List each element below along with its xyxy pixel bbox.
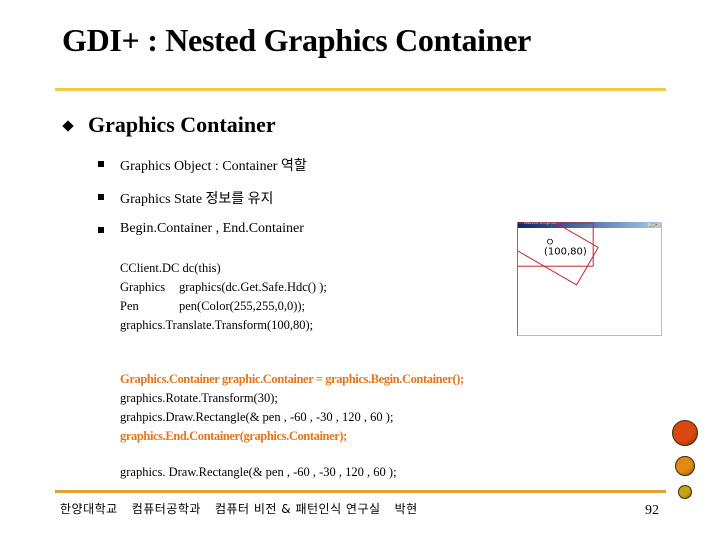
sub-bullet-item: Graphics State 정보를 유지 [120, 192, 274, 207]
origin-label: (100,80) [544, 247, 587, 258]
code-line-highlight: Graphics.Container graphic.Container = g… [120, 372, 464, 386]
code-type: Pen [120, 299, 139, 313]
code-type: Graphics [120, 280, 166, 294]
footer-university: 한양대학교 [60, 502, 118, 516]
footer: 한양대학교 컴퓨터공학과 컴퓨터 비전 & 패턴인식 연구실 박현 [60, 500, 432, 517]
decorative-circle-medium-icon [675, 456, 695, 476]
slide-title: GDI+ : Nested Graphics Container [62, 22, 532, 58]
footer-department: 컴퓨터공학과 [131, 502, 201, 516]
sub-bullet-item: Begin.Container , End.Container [120, 221, 304, 236]
square-bullet-icon [98, 161, 104, 167]
square-bullet-icon [98, 227, 104, 233]
axis-aligned-rectangle [518, 222, 594, 267]
title-divider [55, 88, 666, 91]
code-text: graphics(dc.Get.Safe.Hdc() ); [179, 280, 327, 294]
code-text: pen(Color(255,255,0,0)); [179, 299, 306, 313]
code-line: Pen pen(Color(255,255,0,0)); [120, 297, 327, 316]
code-text: CClient.DC dc(this) [120, 261, 221, 275]
code-line: graphics.Rotate.Transform(30); [120, 391, 278, 405]
decorative-circle-large-icon [672, 420, 698, 446]
main-bullet-heading: Graphics Container [88, 112, 276, 137]
page-number: 92 [645, 503, 659, 518]
origin-marker-icon [547, 238, 553, 245]
square-bullet-icon [98, 194, 104, 200]
code-line-highlight: graphics.End.Container(graphics.Containe… [120, 429, 347, 443]
diamond-bullet-icon [62, 120, 74, 132]
drawing-canvas: (100,80) [518, 222, 599, 286]
decorative-circle-small-icon [678, 485, 692, 499]
code-block-container: Graphics.Container graphic.Container = g… [120, 370, 464, 446]
footer-divider [55, 490, 666, 493]
code-line: grahpics.Draw.Rectangle(& pen , -60 , -3… [120, 410, 394, 424]
code-block-setup: CClient.DC dc(this) Graphics graphics(dc.… [120, 259, 327, 335]
sub-bullet-item: Graphics Object : Container 역할 [120, 159, 307, 174]
footer-author: 박현 [394, 502, 418, 516]
code-line: Graphics graphics(dc.Get.Safe.Hdc() ); [120, 278, 327, 297]
code-line: graphics.Translate.Transform(100,80); [120, 316, 327, 335]
code-text: graphics.Translate.Transform(100,80); [120, 318, 314, 332]
code-line-final: graphics. Draw.Rectangle(& pen , -60 , -… [120, 465, 397, 479]
code-line: CClient.DC dc(this) [120, 259, 327, 278]
footer-lab: 컴퓨터 비전 & 패턴인식 연구실 [214, 502, 381, 516]
output-screenshot: Nested Graphics _□× (100,80) [517, 220, 662, 336]
